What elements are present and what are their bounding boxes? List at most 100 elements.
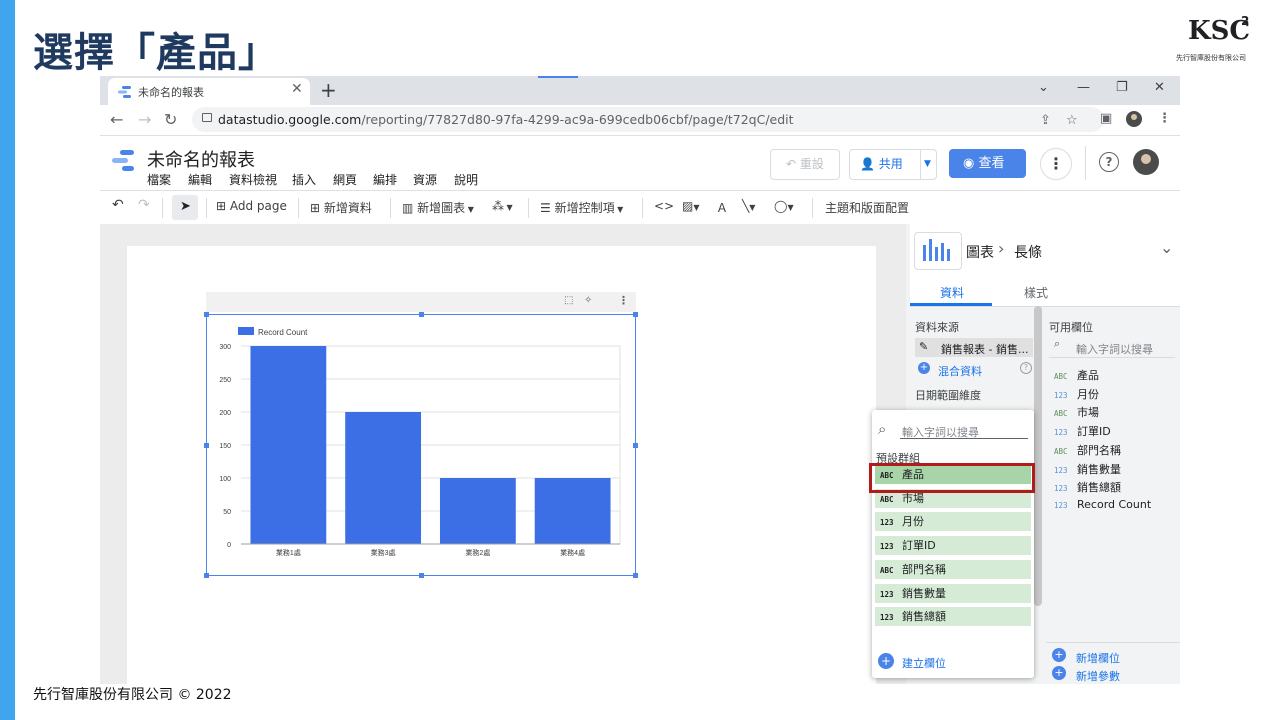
available-field-item[interactable]: 123 月份 [1054,386,1099,402]
number-type-icon: 123 [1054,500,1068,510]
blend-data-link[interactable]: 混合資料 [938,363,982,379]
divider [1046,642,1180,643]
dropdown-field-item[interactable]: 123 銷售數量 [875,583,1031,603]
omnibox[interactable]: datastudio.google.com/reporting/77827d80… [192,107,1104,132]
undo-icon[interactable]: ↶ [112,197,124,213]
side-panel-icon[interactable]: ▣ [1100,111,1112,126]
tab-search-chevron-icon[interactable]: ⌄ [1038,80,1049,95]
available-field-item[interactable]: 123 銷售總額 [1054,479,1121,495]
available-field-item[interactable]: ABC 市場 [1054,404,1099,420]
breadcrumb-separator-icon: › [998,239,1005,258]
toolbar-separator [162,198,163,218]
menu-resource[interactable]: 資源 [413,171,437,188]
blend-add-icon[interactable]: + [918,362,930,374]
chart-select-icon[interactable]: ⬚ [564,295,573,306]
resize-handle[interactable] [419,573,424,578]
chart-type-button[interactable] [914,232,962,270]
menu-page[interactable]: 網頁 [333,171,357,188]
chart-optimize-icon[interactable]: ✧ [584,295,592,306]
field-name: 部門名稱 [1077,443,1121,457]
url-path: /reporting/77827d80-97fa-4299-ac9a-699ce… [361,112,794,127]
reload-icon[interactable]: ↻ [164,110,177,129]
add-page-button[interactable]: ⊞ Add page [216,199,287,213]
available-field-item[interactable]: ABC 產品 [1054,367,1099,383]
menu-data-view[interactable]: 資料檢視 [229,171,277,188]
restore-icon[interactable]: ❐ [1116,80,1128,95]
dropdown-field-item[interactable]: 123 訂單ID [875,536,1031,556]
add-control-button[interactable]: ☰ 新增控制項 ▼ [540,199,623,216]
menu-arrange[interactable]: 編排 [373,171,397,188]
tab-close-icon[interactable]: ✕ [291,81,303,97]
view-button[interactable]: ◉ 查看 [949,149,1026,178]
menu-edit[interactable]: 編輯 [188,171,212,188]
shape-tool-icon[interactable]: ◯▼ [774,199,794,213]
community-viz-button[interactable]: ⁂ ▼ [492,199,513,213]
menu-help[interactable]: 說明 [454,171,478,188]
resize-handle[interactable] [419,312,424,317]
help-icon[interactable]: ? [1099,152,1119,172]
share-dropdown-icon[interactable]: ▼ [924,150,931,179]
available-field-item[interactable]: 123 訂單ID [1054,423,1111,439]
resize-handle[interactable] [633,573,638,578]
resize-handle[interactable] [204,443,209,448]
text-type-icon: ABC [1054,409,1068,419]
back-icon[interactable]: ← [110,110,123,129]
share-button[interactable]: 👤 共用 ▼ [849,149,937,180]
tab-data[interactable]: 資料 [940,284,964,301]
bookmark-star-icon[interactable]: ☆ [1066,113,1078,128]
text-box-icon[interactable]: Ａ [716,199,728,216]
select-tool-button[interactable]: ➤ [172,195,198,220]
create-field-link[interactable]: 建立欄位 [902,655,946,671]
chart-menu-icon[interactable]: ⋮ [618,294,629,307]
collapse-chevron-icon[interactable]: ⌄ [1160,238,1173,257]
window-close-icon[interactable]: ✕ [1154,80,1165,95]
url-text[interactable]: datastudio.google.com/reporting/77827d80… [218,112,794,127]
help-circle-icon[interactable]: ? [1020,362,1032,374]
new-tab-button[interactable]: + [320,78,337,102]
add-field-link[interactable]: 新增欄位 [1076,650,1120,666]
add-chart-button[interactable]: ▥ 新增圖表 ▼ [402,199,474,216]
dropdown-field-item[interactable]: 123 銷售總額 [875,607,1031,627]
available-field-item[interactable]: 123 Record Count [1054,498,1151,511]
fields-search-input[interactable]: 輸入字詞以搜尋 [1076,341,1153,357]
menu-insert[interactable]: 插入 [292,171,316,188]
add-parameter-icon[interactable]: + [1052,666,1066,680]
panel-scrollbar[interactable] [1034,306,1042,606]
report-title[interactable]: 未命名的報表 [147,146,255,172]
theme-layout-button[interactable]: 主題和版面配置 [825,199,909,216]
create-field-icon[interactable]: + [878,653,894,669]
redo-icon[interactable]: ↷ [138,197,150,213]
minimize-icon[interactable]: — [1077,80,1090,95]
dropdown-field-item[interactable]: 123 月份 [875,512,1031,532]
number-type-icon: 123 [880,542,894,552]
share-page-icon[interactable]: ⇪ [1040,113,1051,128]
add-parameter-link[interactable]: 新增參數 [1076,668,1120,684]
add-data-label: 新增資料 [323,201,372,215]
add-field-icon[interactable]: + [1052,648,1066,662]
profile-avatar[interactable] [1126,111,1142,127]
dropdown-field-item[interactable]: ABC 部門名稱 [875,559,1031,579]
resize-handle[interactable] [204,573,209,578]
user-avatar[interactable] [1133,149,1159,175]
bar-chart-component[interactable]: ⬚ ✧ ⋮ Record Count 0 50 100 150 200 250 300 業務1處… [204,292,638,578]
data-source-chip[interactable]: ✎ 銷售報表 - 銷售... [915,338,1033,357]
edit-pencil-icon[interactable]: ✎ [919,340,928,353]
menu-file[interactable]: 檔案 [147,171,171,188]
forward-icon[interactable]: → [138,110,151,129]
embed-code-icon[interactable]: <> [654,199,674,213]
tab-style[interactable]: 樣式 [1024,284,1048,301]
reset-button[interactable]: ↶ 重設 [770,149,840,180]
toolbar-separator [298,198,299,218]
resize-handle[interactable] [633,312,638,317]
more-options-icon[interactable]: ⋮ [1040,148,1072,180]
resize-handle[interactable] [633,443,638,448]
line-tool-icon[interactable]: ╲▼ [742,199,755,213]
resize-handle[interactable] [204,312,209,317]
add-data-button[interactable]: ⊞ 新增資料 [310,199,372,216]
available-field-item[interactable]: ABC 部門名稱 [1054,442,1121,458]
add-page-icon: ⊞ [216,199,230,213]
available-field-item[interactable]: 123 銷售數量 [1054,461,1121,477]
image-icon[interactable]: ▨▼ [682,199,700,213]
browser-tab[interactable]: 未命名的報表 ✕ [108,78,310,105]
browser-menu-icon[interactable]: ⋮ [1158,111,1171,126]
